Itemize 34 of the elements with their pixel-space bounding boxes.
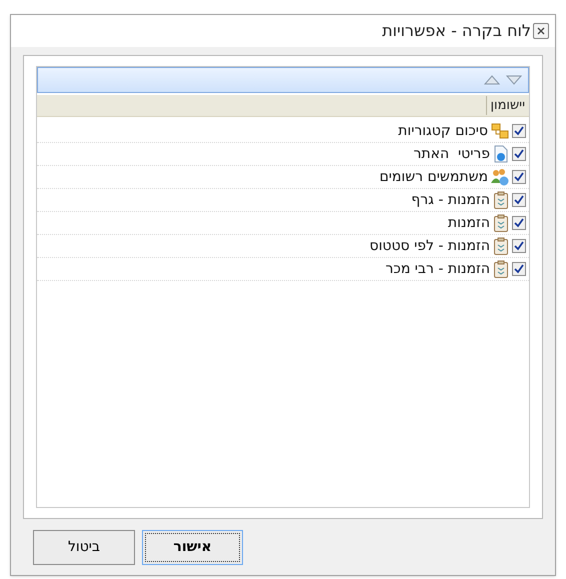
check-icon xyxy=(514,264,524,274)
item-label: פריטי האתר xyxy=(414,144,490,164)
page-icon xyxy=(493,145,509,163)
checkbox[interactable] xyxy=(512,147,526,161)
cancel-button[interactable]: ביטול xyxy=(33,530,135,565)
item-label: משתמשים רשומים xyxy=(380,168,488,186)
folders-icon xyxy=(491,123,509,139)
close-button[interactable] xyxy=(533,23,549,39)
check-icon xyxy=(514,241,524,251)
checkbox[interactable] xyxy=(512,170,526,184)
checkbox[interactable] xyxy=(512,124,526,138)
users-icon xyxy=(491,168,509,186)
clipboard-icon xyxy=(493,260,509,278)
check-icon xyxy=(514,149,524,159)
check-icon xyxy=(514,126,524,136)
item-label: סיכום קטגוריות xyxy=(398,122,488,140)
column-header[interactable]: יישומון xyxy=(486,96,529,116)
checkbox[interactable] xyxy=(512,193,526,207)
checkbox[interactable] xyxy=(512,239,526,253)
item-label: הזמנות - רבי מכר xyxy=(386,260,490,278)
clipboard-icon xyxy=(493,237,509,255)
check-icon xyxy=(514,195,524,205)
check-icon xyxy=(514,172,524,182)
item-label: הזמנות - לפי סטטוס xyxy=(370,236,490,256)
ok-button[interactable]: אישור xyxy=(142,530,243,565)
check-icon xyxy=(514,218,524,228)
checkbox[interactable] xyxy=(512,216,526,230)
item-label: הזמנות xyxy=(448,214,490,232)
checkbox[interactable] xyxy=(512,262,526,276)
clipboard-icon xyxy=(493,214,509,232)
clipboard-icon xyxy=(493,191,509,209)
window-title: לוח בקרה - אפשרויות xyxy=(382,20,531,42)
item-label: הזמנות - גרף xyxy=(411,190,490,210)
close-icon xyxy=(537,27,545,35)
